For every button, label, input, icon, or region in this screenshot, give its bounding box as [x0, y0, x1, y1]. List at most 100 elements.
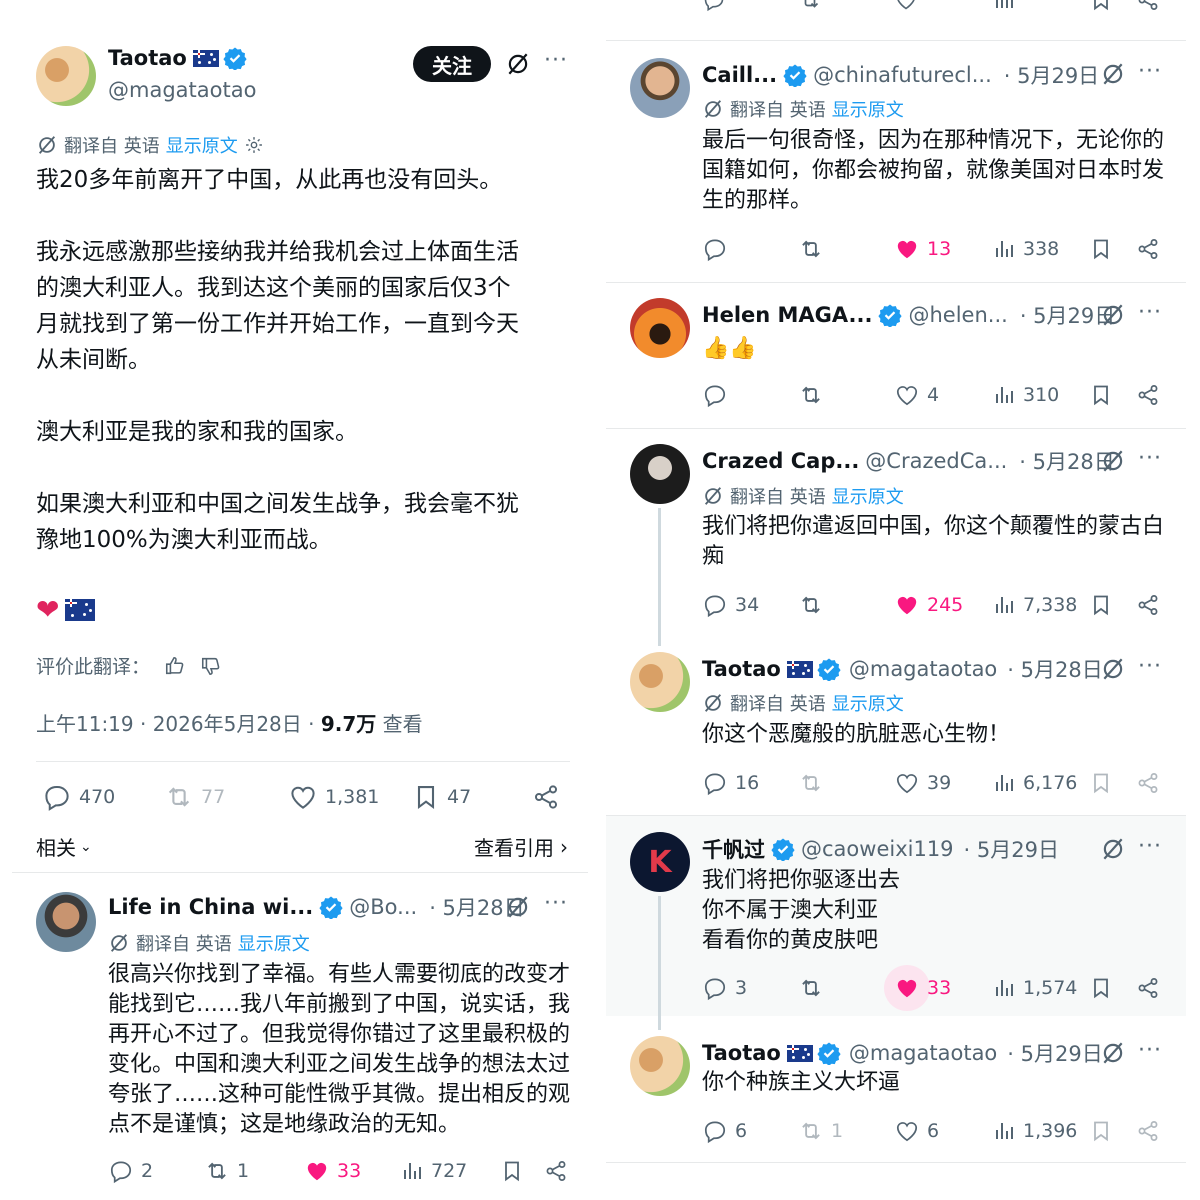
grok-icon[interactable]	[505, 51, 531, 77]
avatar[interactable]	[630, 1036, 690, 1096]
repost-button[interactable]: 1	[798, 1118, 843, 1144]
share-icon[interactable]	[1136, 0, 1160, 12]
thumbs-up-icon[interactable]	[164, 655, 186, 677]
author-handle[interactable]: @magataotao	[849, 1041, 997, 1065]
bookmark-button[interactable]	[1089, 593, 1113, 617]
grok-icon[interactable]	[1100, 656, 1126, 682]
bookmark-button[interactable]	[1089, 237, 1113, 261]
views-button[interactable]: 7,338	[992, 593, 1077, 617]
avatar[interactable]	[36, 892, 96, 952]
reply-button[interactable]: 2	[108, 1158, 153, 1184]
bookmark-icon[interactable]	[1089, 0, 1113, 12]
show-original-link[interactable]: 显示原文	[166, 132, 238, 158]
author-name[interactable]: 千帆过	[702, 834, 765, 864]
gear-icon[interactable]	[244, 135, 264, 155]
bookmark-button[interactable]	[1089, 976, 1113, 1000]
bookmark-button[interactable]: 47	[412, 783, 471, 811]
like-button[interactable]: 33	[894, 975, 951, 1001]
views-button[interactable]: 1,574	[992, 976, 1077, 1000]
author-handle[interactable]: @Bo...	[349, 895, 417, 919]
more-options-icon[interactable]: ···	[1138, 1038, 1162, 1063]
reply-button[interactable]: 470	[42, 782, 115, 812]
repost-button[interactable]: 77	[164, 782, 225, 812]
share-button[interactable]	[544, 1159, 568, 1183]
share-button[interactable]	[1136, 237, 1160, 261]
bookmark-button[interactable]	[1089, 771, 1113, 795]
more-options-icon[interactable]: ···	[1138, 59, 1162, 84]
show-original-link[interactable]: 显示原文	[832, 483, 904, 509]
avatar[interactable]	[36, 46, 96, 106]
repost-button[interactable]: 1	[204, 1158, 249, 1184]
views-button[interactable]: 338	[992, 237, 1059, 261]
share-button[interactable]	[1136, 1119, 1160, 1143]
repost-button[interactable]	[798, 770, 824, 796]
views-button[interactable]: 6,176	[992, 771, 1077, 795]
author-name[interactable]: Taotao	[108, 46, 187, 70]
bookmark-button[interactable]	[500, 1159, 524, 1183]
post-date[interactable]: · 5月29日	[1007, 1038, 1102, 1068]
thumbs-down-icon[interactable]	[200, 655, 222, 677]
reply-icon[interactable]	[702, 0, 726, 12]
reply-button[interactable]: 34	[702, 592, 759, 618]
heart-icon[interactable]	[894, 0, 918, 12]
more-options-icon[interactable]: ···	[544, 48, 568, 73]
author-handle[interactable]: @caoweixi119	[801, 837, 954, 861]
post-date[interactable]: · 5月29日	[1004, 60, 1099, 90]
author-handle[interactable]: @CrazedCa...	[865, 449, 1007, 473]
follow-button[interactable]: 关注	[413, 46, 491, 82]
grok-icon[interactable]	[1100, 302, 1126, 328]
grok-icon[interactable]	[1100, 61, 1126, 87]
share-button[interactable]	[1136, 976, 1160, 1000]
author-name[interactable]: Taotao	[702, 1041, 781, 1065]
author-handle[interactable]: @chinafuturecl...	[813, 63, 992, 87]
share-button[interactable]	[1136, 771, 1160, 795]
repost-button[interactable]	[798, 975, 824, 1001]
avatar[interactable]	[630, 58, 690, 118]
like-button[interactable]: 6	[894, 1118, 939, 1144]
more-options-icon[interactable]: ···	[1138, 300, 1162, 325]
repost-button[interactable]	[798, 236, 824, 262]
avatar[interactable]	[630, 444, 690, 504]
more-options-icon[interactable]: ···	[1138, 834, 1162, 859]
bookmark-button[interactable]	[1089, 1119, 1113, 1143]
more-options-icon[interactable]: ···	[544, 891, 568, 916]
like-button[interactable]: 1,381	[288, 782, 379, 812]
share-button[interactable]	[532, 783, 560, 811]
more-options-icon[interactable]: ···	[1138, 446, 1162, 471]
share-button[interactable]	[1136, 383, 1160, 407]
like-button[interactable]: 4	[894, 382, 939, 408]
like-button[interactable]: 245	[894, 592, 963, 618]
author-name[interactable]: Caill...	[702, 63, 777, 87]
more-options-icon[interactable]: ···	[1138, 654, 1162, 679]
repost-button[interactable]	[798, 382, 824, 408]
related-toggle[interactable]: 相关 ⌄	[36, 832, 92, 861]
reply-button[interactable]	[702, 382, 728, 408]
author-name[interactable]: Taotao	[702, 657, 781, 681]
avatar[interactable]: K	[630, 832, 690, 892]
views-icon[interactable]	[992, 0, 1016, 12]
reply-button[interactable]: 3	[702, 975, 747, 1001]
author-handle[interactable]: @magataotao	[108, 78, 256, 102]
like-button[interactable]: 39	[894, 770, 951, 796]
view-quotes-link[interactable]: 查看引用 ›	[474, 832, 568, 861]
grok-icon[interactable]	[1100, 836, 1126, 862]
show-original-link[interactable]: 显示原文	[832, 96, 904, 122]
timestamp[interactable]: 上午11:19 · 2026年5月28日 ·	[36, 712, 321, 736]
avatar[interactable]	[630, 298, 690, 358]
post-date[interactable]: · 5月28日	[1007, 654, 1102, 684]
bookmark-button[interactable]	[1089, 383, 1113, 407]
author-name[interactable]: Life in China wi...	[108, 895, 313, 919]
show-original-link[interactable]: 显示原文	[832, 690, 904, 716]
views-button[interactable]: 1,396	[992, 1119, 1077, 1143]
show-original-link[interactable]: 显示原文	[238, 930, 310, 956]
post-date[interactable]: · 5月29日	[964, 834, 1059, 864]
views-button[interactable]: 727	[400, 1159, 467, 1183]
share-button[interactable]	[1136, 593, 1160, 617]
repost-icon[interactable]	[798, 0, 822, 12]
reply-button[interactable]	[702, 236, 728, 262]
views-button[interactable]: 310	[992, 383, 1059, 407]
avatar[interactable]	[630, 652, 690, 712]
author-handle[interactable]: @magataotao	[849, 657, 997, 681]
author-name[interactable]: Helen MAGA...	[702, 303, 872, 327]
reply-button[interactable]: 16	[702, 770, 759, 796]
